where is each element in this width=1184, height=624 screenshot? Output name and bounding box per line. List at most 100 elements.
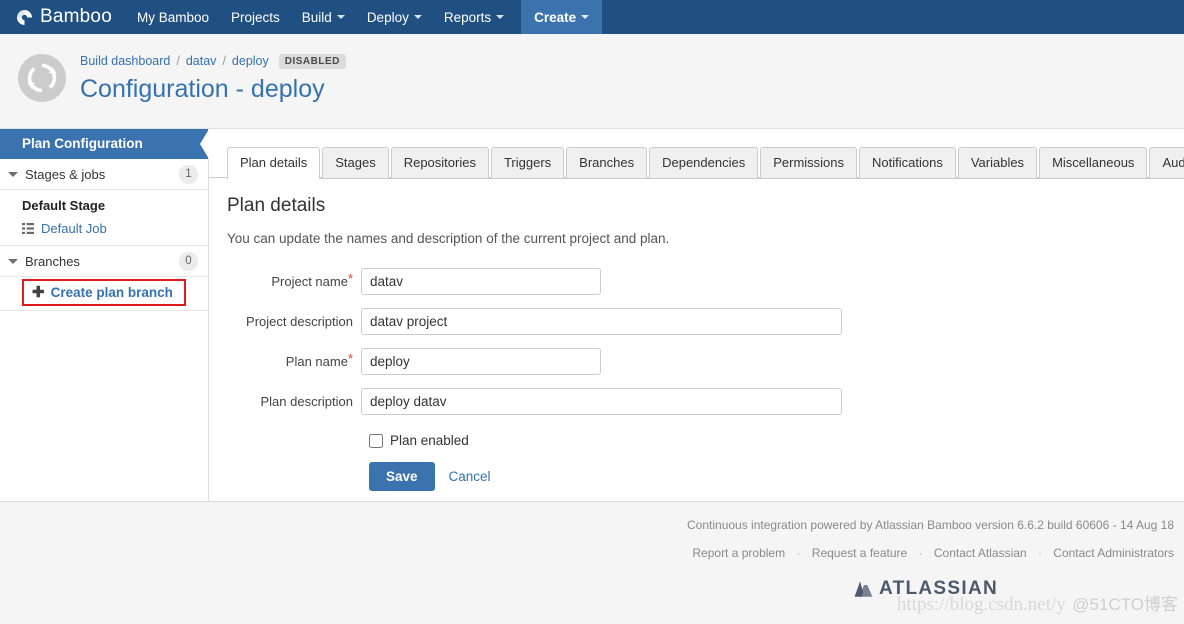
tab-miscellaneous[interactable]: Miscellaneous [1039,147,1148,178]
tab-variables[interactable]: Variables [957,147,1038,178]
plan-description-label-text: Plan description [260,394,354,409]
footer-link-request-a-feature[interactable]: Request a feature [812,546,907,560]
footer-link-report-a-problem[interactable]: Report a problem [692,546,785,560]
plan-description-input[interactable] [361,388,842,415]
project-name-label-text: Project name [271,274,348,289]
bamboo-logo-icon [16,9,33,26]
create-plan-branch-item[interactable]: ✚ Create plan branch [22,279,186,306]
atlassian-mark-icon [854,580,873,598]
footer-version-text: Continuous integration powered by Atlass… [687,518,1174,532]
plan-details-form: Project name* Project description Plan n… [227,268,1184,491]
brand-label: Bamboo [40,6,112,27]
nav-deploy[interactable]: Deploy [356,0,433,34]
sidebar-group-stages-and-jobs-label: Stages & jobs [25,166,106,182]
tab-branches[interactable]: Branches [566,147,648,178]
sidebar-group-branches-count: 0 [179,251,198,271]
breadcrumb-separator: / [222,54,226,68]
tab-repositories[interactable]: Repositories [390,147,489,178]
footer-link-contact-atlassian[interactable]: Contact Atlassian [934,546,1027,560]
tab-stages[interactable]: Stages [322,147,389,178]
form-row-project-name: Project name* [227,268,1184,295]
plan-name-input[interactable] [361,348,601,375]
plan-name-label: Plan name* [227,351,361,369]
sidebar-group-stages-and-jobs[interactable]: Stages & jobs 1 [0,159,208,190]
footer-link-contact-administrators[interactable]: Contact Administrators [1053,546,1174,560]
plan-name-label-text: Plan name [285,354,348,369]
required-asterisk-icon: * [347,271,353,286]
section-description: You can update the names and description… [227,231,670,246]
nav-build-label: Build [301,9,332,25]
footer-link-separator: · [796,546,801,560]
project-description-label: Project description [227,314,361,329]
plus-icon: ✚ [32,284,45,301]
sync-circle-icon [18,54,66,102]
sidebar-divider [0,306,208,311]
plan-enabled-row: Plan enabled [369,433,1184,448]
form-row-plan-description: Plan description [227,388,1184,415]
create-button-label: Create [534,9,577,25]
page-title: Configuration - deploy [80,75,325,103]
main-content: Plan details Stages Repositories Trigger… [209,129,1184,501]
plan-details-panel: Plan details You can update the names an… [209,179,1184,491]
nav-my-bamboo-label: My Bamboo [136,9,209,25]
footer-links: Report a problem · Request a feature · C… [0,546,1184,560]
sidebar-group-branches[interactable]: Branches 0 [0,246,208,277]
tab-triggers[interactable]: Triggers [490,147,565,178]
tab-dependencies[interactable]: Dependencies [649,147,759,178]
chevron-down-icon [336,15,345,19]
nav-reports[interactable]: Reports [433,0,515,34]
sidebar-group-stages-and-jobs-count: 1 [179,164,198,184]
cancel-link[interactable]: Cancel [449,469,491,484]
sidebar-job-default-job[interactable]: Default Job [0,218,208,246]
sidebar-stage-default-stage: Default Stage [22,198,106,213]
sidebar-job-default-job-label[interactable]: Default Job [41,221,107,236]
nav-build[interactable]: Build [291,0,356,34]
nav-deploy-label: Deploy [366,9,409,25]
tab-audit-log[interactable]: Audit log [1149,147,1184,178]
chevron-down-icon [496,15,505,19]
list-icon [22,223,34,234]
sidebar-header-plan-configuration: Plan Configuration [0,129,209,159]
chevron-down-icon[interactable] [8,258,18,264]
required-asterisk-icon: * [347,351,353,366]
nav-reports-label: Reports [443,9,492,25]
tab-bar: Plan details Stages Repositories Trigger… [209,147,1184,179]
breadcrumb-datav[interactable]: datav [186,54,217,68]
page-footer: Continuous integration powered by Atlass… [0,502,1184,622]
atlassian-logo-text: ATLASSIAN [878,578,998,599]
breadcrumb-separator: / [176,54,180,68]
page-header: Build dashboard / datav / deploy DISABLE… [0,34,1184,128]
form-actions: Save Cancel [369,462,1184,491]
sidebar: Plan Configuration Stages & jobs 1 Defau… [0,129,209,501]
tab-notifications[interactable]: Notifications [859,147,956,178]
plan-enabled-label[interactable]: Plan enabled [390,433,469,448]
atlassian-logo: ATLASSIAN [0,578,1184,600]
tab-permissions[interactable]: Permissions [760,147,858,178]
chevron-down-icon [413,15,422,19]
form-row-project-description: Project description [227,308,1184,335]
project-description-input[interactable] [361,308,842,335]
breadcrumb-build-dashboard[interactable]: Build dashboard [80,54,170,68]
create-plan-branch-link[interactable]: Create plan branch [51,285,173,300]
breadcrumb-deploy[interactable]: deploy [232,54,269,68]
page-body: Plan Configuration Stages & jobs 1 Defau… [0,128,1184,502]
bamboo-home-link[interactable]: Bamboo [0,0,126,34]
nav-my-bamboo[interactable]: My Bamboo [126,0,220,34]
plan-enabled-checkbox[interactable] [369,433,383,448]
plan-description-label: Plan description [227,394,361,409]
project-name-label: Project name* [227,271,361,289]
chevron-down-icon [581,15,590,19]
chevron-down-icon[interactable] [8,171,18,177]
nav-projects[interactable]: Projects [220,0,291,34]
create-button[interactable]: Create [521,0,603,34]
status-badge: DISABLED [278,53,346,69]
nav-projects-label: Projects [231,9,280,25]
top-navigation-bar: Bamboo My Bamboo Projects Build Deploy R… [0,0,1184,34]
save-button[interactable]: Save [369,462,435,491]
sidebar-group-branches-label: Branches [25,253,80,269]
tab-plan-details[interactable]: Plan details [227,147,321,179]
footer-link-separator: · [1037,546,1042,560]
form-row-plan-name: Plan name* [227,348,1184,375]
project-name-input[interactable] [361,268,601,295]
section-title: Plan details [227,195,326,216]
